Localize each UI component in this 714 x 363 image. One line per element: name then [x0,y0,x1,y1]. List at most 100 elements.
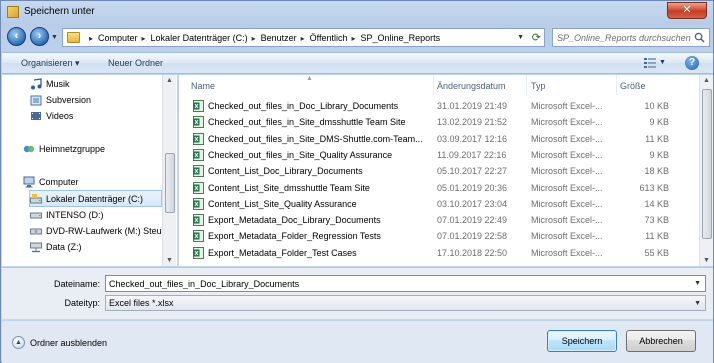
file-date: 13.02.2019 21:52 [437,117,508,128]
file-date: 17.10.2018 22:50 [437,247,508,258]
file-date: 11.09.2017 22:16 [437,149,507,160]
file-row[interactable]: Content_List_Doc_Library_Documents 05.10.… [191,163,697,179]
file-row[interactable]: Checked_out_files_in_Site_dmsshuttle Tea… [191,114,697,130]
file-row[interactable]: Checked_out_files_in_Site_DMS-Shuttle.co… [191,131,697,147]
file-date: 07.01.2019 22:58 [437,231,508,242]
search-input[interactable] [557,31,695,45]
breadcrumb-item[interactable]: Lokaler Datenträger (C:) ▸ [151,33,261,43]
save-button[interactable]: Speichern [547,330,617,352]
column-header-type[interactable]: Typ [531,78,616,94]
excel-file-icon [193,165,204,178]
column-divider[interactable] [616,75,617,95]
chevron-down-icon[interactable]: ▼ [694,280,701,287]
nav-item-subversion[interactable]: Subversion [30,93,91,107]
cancel-button[interactable]: Abbrechen [626,330,696,352]
recent-locations-dropdown[interactable]: ▼ [51,34,58,41]
scroll-thumb[interactable] [702,89,712,239]
nav-item-dvd-rw-m[interactable]: DVD-RW-Laufwerk (M:) Steu [30,224,162,238]
file-size: 18 KB [644,166,669,177]
file-row[interactable]: Export_Metadata_Doc_Library_Documents 07.… [191,212,697,228]
column-divider[interactable] [526,75,527,95]
file-name: Export_Metadata_Folder_Test Cases [208,247,357,258]
nav-scrollbar[interactable]: ▲ ▼ [162,75,176,266]
breadcrumb-item[interactable]: SP_Online_Reports [361,33,441,43]
nav-item-data-z[interactable]: Data (Z:) [30,240,82,254]
drive-icon [30,193,42,203]
nav-item-local-disk-c[interactable]: Lokaler Datenträger (C:) [29,190,162,207]
close-button[interactable]: ✕ [667,2,707,19]
file-row[interactable]: Checked_out_files_in_Site_Quality Assura… [191,147,697,163]
chevron-down-icon[interactable]: ▼ [694,300,701,307]
file-row[interactable]: Export_Metadata_Folder_Test Cases 17.10.2… [191,245,697,261]
address-bar[interactable]: ▸ Computer ▸ Lokaler Datenträger (C:) ▸ Be… [62,28,545,47]
organize-button[interactable]: Organisieren ▾ [21,58,80,69]
scroll-up-icon[interactable]: ▲ [703,77,710,84]
excel-file-icon [193,214,204,227]
file-type: Microsoft Excel-... [531,231,603,242]
column-divider[interactable] [433,75,434,95]
window-title: Speichern unter [24,6,95,17]
save-as-dialog: Speichern unter ✕ ‹ › ▼ ▸ Computer ▸ Loka… [0,0,714,363]
network-drive-icon [30,242,42,253]
chevron-up-icon: ▲ [12,336,25,349]
file-row[interactable]: Export_Metadata_Folder_Regression Tests 0… [191,228,697,244]
chevron-right-icon[interactable]: ▸ [252,34,256,43]
file-type: Microsoft Excel-... [531,166,603,177]
chevron-right-icon[interactable]: ▸ [352,34,356,43]
excel-file-icon [193,197,204,210]
refresh-icon[interactable]: ⟳ [532,31,541,44]
file-row[interactable]: Content_List_Site_Quality Assurance 03.10… [191,196,697,212]
filetype-label: Dateityp: [64,298,100,308]
scroll-thumb[interactable] [165,153,175,213]
breadcrumb: ▸ Computer ▸ Lokaler Datenträger (C:) ▸ Be… [85,33,440,43]
chevron-right-icon[interactable]: ▸ [142,34,146,43]
filetype-select[interactable]: Excel files *.xlsx ▼ [105,295,706,311]
address-dropdown-icon[interactable]: ▼ [517,34,524,41]
column-header-name[interactable]: Name [191,78,431,94]
nav-item-label: Lokaler Datenträger (C:) [46,193,144,204]
view-dropdown-icon[interactable]: ▼ [659,59,666,66]
file-row[interactable]: Content_List_Site_dmsshuttle Team Site 05… [191,180,697,196]
nav-item-label: INTENSO (D:) [46,210,104,220]
nav-item-label: Subversion [46,95,92,105]
filename-input[interactable] [109,277,689,291]
breadcrumb-label: SP_Online_Reports [360,33,441,43]
nav-item-homegroup[interactable]: Heimnetzgruppe [23,142,105,156]
file-date: 07.01.2019 22:49 [437,215,508,226]
file-row[interactable]: Checked_out_files_in_Doc_Library_Documen… [191,98,697,114]
file-name: Checked_out_files_in_Doc_Library_Documen… [208,101,399,111]
change-view-icon[interactable] [644,57,656,69]
breadcrumb-item[interactable]: Computer ▸ [98,33,151,43]
file-list-scrollbar[interactable]: ▲ ▼ [699,75,713,266]
scroll-down-icon[interactable]: ▼ [166,257,173,264]
nav-item-videos[interactable]: Videos [30,109,73,123]
excel-file-icon [193,132,204,145]
back-button[interactable]: ‹ [7,27,26,46]
breadcrumb-item[interactable]: Benutzer ▸ [261,33,310,43]
file-type: Microsoft Excel-... [531,101,603,111]
column-header-date[interactable]: Änderungsdatum [437,78,527,94]
file-name: Export_Metadata_Doc_Library_Documents [208,215,381,226]
hide-folders-button[interactable]: ▲ Ordner ausblenden [12,336,107,349]
file-date: 31.01.2019 21:49 [437,101,508,111]
file-name: Content_List_Site_dmsshuttle Team Site [208,182,370,193]
library-icon [30,95,42,106]
nav-item-intenso-d[interactable]: INTENSO (D:) [30,208,104,222]
breadcrumb-separator-icon[interactable]: ▸ [85,33,98,43]
search-box[interactable] [552,28,710,47]
scroll-down-icon[interactable]: ▼ [703,257,710,264]
help-icon[interactable]: ? [685,56,699,70]
file-type: Microsoft Excel-... [531,198,603,209]
chevron-right-icon[interactable]: ▸ [301,34,305,43]
file-size: 10 KB [644,101,669,111]
scroll-up-icon[interactable]: ▲ [166,77,173,84]
nav-item-computer[interactable]: Computer [23,175,79,189]
forward-button[interactable]: › [30,27,49,46]
computer-icon [23,176,35,188]
search-icon[interactable] [694,32,705,43]
breadcrumb-item[interactable]: Öffentlich ▸ [310,33,361,43]
filename-combo[interactable]: ▼ [105,275,706,292]
nav-item-music[interactable]: Musik [30,77,70,91]
new-folder-button[interactable]: Neuer Ordner [108,58,163,68]
column-header-size[interactable]: Größe [620,78,690,94]
